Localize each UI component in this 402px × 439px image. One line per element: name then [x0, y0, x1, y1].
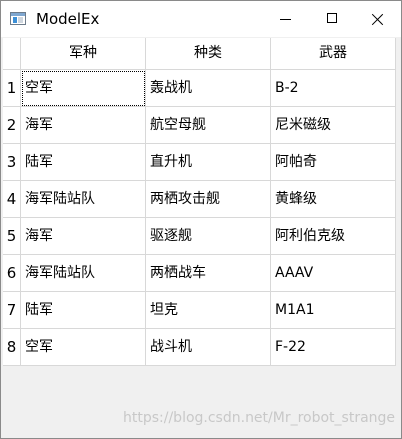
- row-header[interactable]: 8: [3, 329, 21, 366]
- table-cell-type[interactable]: 两栖战车: [146, 255, 271, 292]
- table-cell-type[interactable]: 驱逐舰: [146, 218, 271, 255]
- table-cell-weapon[interactable]: F-22: [271, 329, 396, 366]
- row-header[interactable]: 5: [3, 218, 21, 255]
- table-cell-type[interactable]: 航空母舰: [146, 107, 271, 144]
- row-header[interactable]: 3: [3, 144, 21, 181]
- close-button[interactable]: [355, 1, 401, 37]
- row-header[interactable]: 1: [3, 70, 21, 107]
- table-cell-weapon[interactable]: 黄蜂级: [271, 181, 396, 218]
- table-cell-branch[interactable]: 海军陆站队: [21, 255, 146, 292]
- app-window-icon: [10, 12, 26, 25]
- row-header[interactable]: 7: [3, 292, 21, 329]
- maximize-icon: [327, 13, 337, 23]
- table-cell-type[interactable]: 两栖攻击舰: [146, 181, 271, 218]
- table-cell-branch[interactable]: 海军陆站队: [21, 181, 146, 218]
- table-cell-weapon[interactable]: 阿帕奇: [271, 144, 396, 181]
- minimize-icon: [280, 19, 291, 20]
- row-header[interactable]: 4: [3, 181, 21, 218]
- table-cell-type[interactable]: 坦克: [146, 292, 271, 329]
- column-header-weapon[interactable]: 武器: [271, 38, 396, 70]
- table-cell-weapon[interactable]: 阿利伯克级: [271, 218, 396, 255]
- row-header[interactable]: 2: [3, 107, 21, 144]
- title-bar[interactable]: ModelEx: [1, 1, 401, 37]
- table-cell-weapon[interactable]: B-2: [271, 70, 396, 107]
- table-cell-branch[interactable]: 空军: [21, 329, 146, 366]
- column-header-branch[interactable]: 军种: [21, 38, 146, 70]
- table-cell-weapon[interactable]: 尼米磁级: [271, 107, 396, 144]
- table-cell-weapon[interactable]: M1A1: [271, 292, 396, 329]
- table-corner-button[interactable]: [3, 38, 21, 70]
- maximize-button[interactable]: [309, 1, 355, 37]
- app-window: ModelEx 军种 种类 武器 1 空军 轰战机 B-2 2 海军 航空母舰 尼米磁级 3 陆军…: [0, 0, 402, 439]
- row-header[interactable]: 6: [3, 255, 21, 292]
- table-cell-type[interactable]: 直升机: [146, 144, 271, 181]
- table-cell-branch[interactable]: 海军: [21, 107, 146, 144]
- table-cell-branch[interactable]: 陆军: [21, 144, 146, 181]
- table-cell-branch[interactable]: 陆军: [21, 292, 146, 329]
- close-icon: [372, 13, 384, 25]
- table-cell-type[interactable]: 轰战机: [146, 70, 271, 107]
- table-cell-branch[interactable]: 空军: [21, 70, 146, 107]
- table-cell-weapon[interactable]: AAAV: [271, 255, 396, 292]
- table-cell-type[interactable]: 战斗机: [146, 329, 271, 366]
- table-view[interactable]: 军种 种类 武器 1 空军 轰战机 B-2 2 海军 航空母舰 尼米磁级 3 陆军 直升机 阿帕奇 4 海…: [3, 38, 399, 436]
- column-header-type[interactable]: 种类: [146, 38, 271, 70]
- window-title: ModelEx: [36, 10, 100, 28]
- watermark-text: https://blog.csdn.net/Mr_robot_strange: [123, 410, 396, 426]
- table-cell-branch[interactable]: 海军: [21, 218, 146, 255]
- minimize-button[interactable]: [263, 1, 309, 37]
